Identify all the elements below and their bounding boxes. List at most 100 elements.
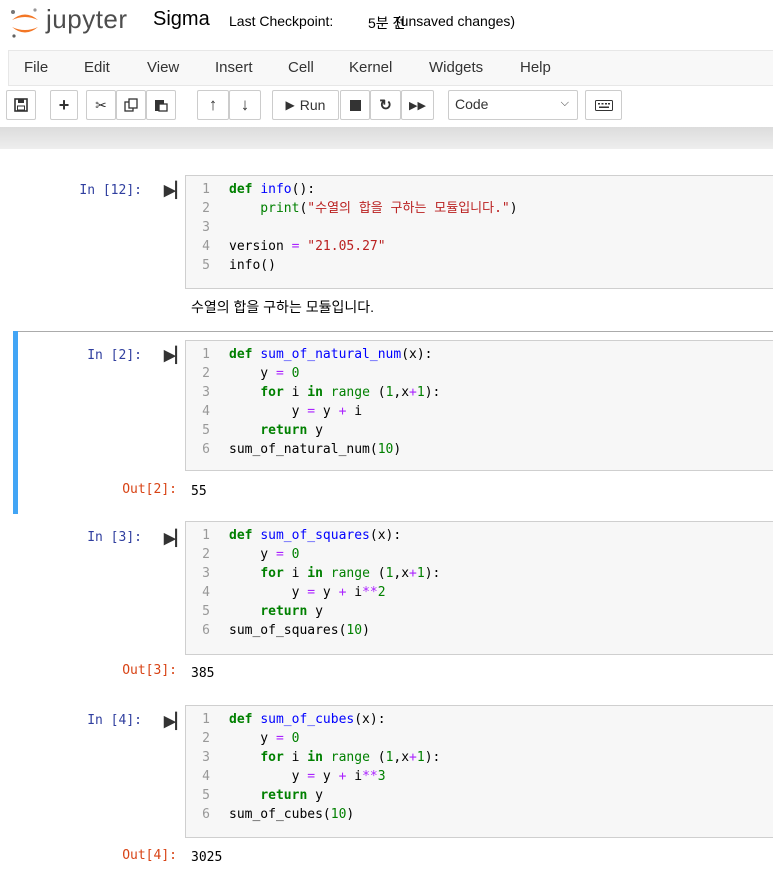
paste-button[interactable]: [146, 90, 176, 120]
cell-output: 55: [191, 484, 207, 499]
run-button[interactable]: ▶ Run: [272, 90, 339, 120]
code-line[interactable]: 5 return y: [186, 786, 773, 805]
selected-cell-indicator: [13, 331, 18, 514]
code-token: i: [346, 404, 363, 419]
cut-button[interactable]: ✂: [86, 90, 116, 120]
code-text: def sum_of_cubes(x):: [229, 710, 386, 729]
menu-insert[interactable]: Insert: [215, 59, 253, 76]
line-number: 2: [202, 366, 210, 381]
jupyter-logo-text[interactable]: jupyter: [46, 4, 128, 35]
keyboard-icon: [594, 99, 613, 111]
code-text: y = y + i**2: [229, 583, 386, 602]
code-token: return: [260, 604, 308, 619]
code-token: return: [260, 423, 308, 438]
code-token: 10: [330, 807, 347, 822]
code-line[interactable]: 1 def info():: [186, 180, 773, 199]
code-line[interactable]: 4 y = y + i**2: [186, 583, 773, 602]
code-token: +: [409, 566, 417, 581]
restart-button[interactable]: ↻: [370, 90, 401, 120]
code-editor[interactable]: 1 def sum_of_squares(x): 2 y = 03 for i in…: [185, 521, 773, 655]
code-text: sum_of_natural_num(10): [229, 440, 401, 459]
code-token: (x):: [369, 528, 402, 543]
restart-run-all-button[interactable]: ▶▶: [401, 90, 434, 120]
code-line[interactable]: 2 print("수열의 합을 구하는 모듈입니다."): [186, 199, 773, 218]
menu-kernel[interactable]: Kernel: [349, 59, 392, 76]
interrupt-button[interactable]: [340, 90, 370, 120]
code-text: return y: [229, 421, 323, 440]
restart-icon: ↻: [379, 97, 392, 114]
code-token: info(): [229, 258, 276, 273]
code-line[interactable]: 3 for i in range (1,x+1):: [186, 564, 773, 583]
menu-view[interactable]: View: [147, 59, 179, 76]
run-cell-icon[interactable]: ▶▏: [164, 181, 187, 199]
code-token: 10: [346, 623, 363, 638]
code-line[interactable]: 2 y = 0: [186, 545, 773, 564]
code-editor[interactable]: 1 def sum_of_natural_num(x): 2 y = 03 for …: [185, 340, 773, 471]
code-line[interactable]: 6 sum_of_natural_num(10): [186, 440, 773, 459]
code-token: ):: [424, 750, 441, 765]
code-token: (: [369, 566, 386, 581]
copy-button[interactable]: [116, 90, 146, 120]
code-line[interactable]: 1 def sum_of_squares(x):: [186, 526, 773, 545]
code-token: y: [229, 366, 276, 381]
code-line[interactable]: 6 sum_of_squares(10): [186, 621, 773, 640]
code-line[interactable]: 4 y = y + i**3: [186, 767, 773, 786]
run-cell-icon[interactable]: ▶▏: [164, 712, 187, 730]
code-token: i: [346, 585, 363, 600]
code-line[interactable]: 5 return y: [186, 602, 773, 621]
code-line[interactable]: 5 return y: [186, 421, 773, 440]
line-number: 3: [202, 385, 210, 400]
menu-widgets[interactable]: Widgets: [429, 59, 483, 76]
menu-cell[interactable]: Cell: [288, 59, 314, 76]
code-line[interactable]: 1 def sum_of_natural_num(x):: [186, 345, 773, 364]
input-prompt: In [4]:: [87, 713, 142, 728]
code-token: (x):: [401, 347, 433, 362]
line-number: 6: [202, 442, 210, 457]
code-line[interactable]: 4 y = y + i: [186, 402, 773, 421]
insert-cell-button[interactable]: +: [50, 90, 78, 120]
code-line[interactable]: 3 for i in range (1,x+1):: [186, 383, 773, 402]
code-line[interactable]: 3 for i in range (1,x+1):: [186, 748, 773, 767]
menu-file[interactable]: File: [24, 59, 48, 76]
move-down-button[interactable]: ↓: [229, 90, 261, 120]
code-token: ): [346, 807, 355, 822]
menu-help[interactable]: Help: [520, 59, 551, 76]
command-palette-button[interactable]: [585, 90, 622, 120]
cell-type-select[interactable]: Code ⌵: [448, 90, 578, 120]
line-number: 6: [202, 807, 210, 822]
code-token: ): [362, 623, 370, 638]
code-editor[interactable]: 1 def info(): 2 print("수열의 합을 구하는 모듈입니다.")…: [185, 175, 773, 289]
code-token: =: [307, 585, 316, 600]
code-text: sum_of_cubes(10): [229, 805, 354, 824]
code-text: def sum_of_squares(x):: [229, 526, 401, 545]
run-cell-icon[interactable]: ▶▏: [164, 346, 187, 364]
code-text: y = 0: [229, 729, 299, 748]
menu-edit[interactable]: Edit: [84, 59, 110, 76]
chevron-down-icon: ⌵: [560, 97, 569, 109]
code-token: y: [229, 585, 308, 600]
code-line[interactable]: 3: [186, 218, 773, 237]
code-text: for i in range (1,x+1):: [229, 383, 440, 402]
code-token: ,x: [393, 566, 410, 581]
code-token: y: [307, 604, 323, 619]
code-line[interactable]: 6 sum_of_cubes(10): [186, 805, 773, 824]
move-up-button[interactable]: ↑: [197, 90, 229, 120]
jupyter-logo-icon[interactable]: [8, 6, 42, 40]
code-line[interactable]: 4 version = "21.05.27": [186, 237, 773, 256]
code-token: ():: [291, 182, 316, 197]
code-token: in: [307, 566, 323, 581]
code-line[interactable]: 2 y = 0: [186, 364, 773, 383]
run-cell-icon[interactable]: ▶▏: [164, 529, 187, 547]
code-token: 0: [291, 366, 300, 381]
code-token: y: [229, 404, 308, 419]
save-button[interactable]: [6, 90, 36, 120]
code-line[interactable]: 5 info(): [186, 256, 773, 275]
code-line[interactable]: 1 def sum_of_cubes(x):: [186, 710, 773, 729]
notebook-name[interactable]: Sigma: [153, 8, 210, 31]
code-line[interactable]: 2 y = 0: [186, 729, 773, 748]
code-editor[interactable]: 1 def sum_of_cubes(x): 2 y = 03 for i in r…: [185, 705, 773, 838]
code-text: sum_of_squares(10): [229, 621, 370, 640]
